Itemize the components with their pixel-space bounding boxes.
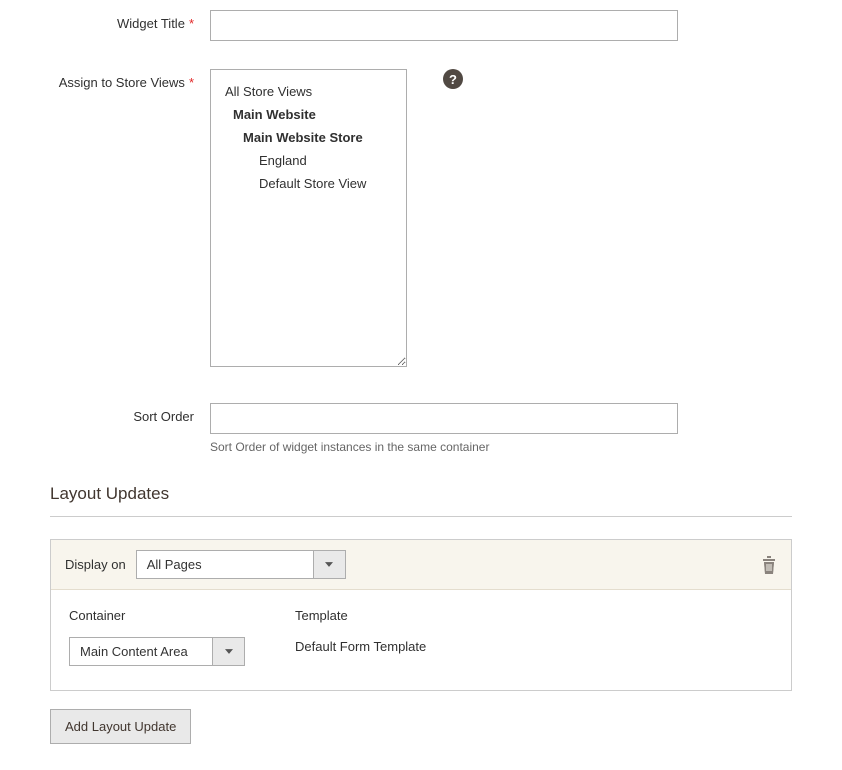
store-views-select[interactable]: All Store Views Main Website Main Websit… [210, 69, 407, 367]
store-option-view-default[interactable]: Default Store View [211, 172, 406, 195]
chevron-down-icon [313, 551, 345, 578]
required-mark: * [189, 75, 194, 90]
sort-order-help: Sort Order of widget instances in the sa… [210, 440, 792, 454]
trash-icon[interactable] [761, 556, 777, 574]
display-on-value: All Pages [137, 552, 313, 577]
widget-title-label: Widget Title* [50, 10, 210, 31]
help-icon[interactable]: ? [443, 69, 463, 89]
template-value: Default Form Template [295, 637, 426, 654]
sort-order-label: Sort Order [50, 403, 210, 424]
add-layout-update-button[interactable]: Add Layout Update [50, 709, 191, 744]
layout-header: Display on All Pages [51, 540, 791, 590]
store-option-store-group[interactable]: Main Website Store [211, 126, 406, 149]
template-label: Template [295, 608, 426, 623]
display-on-select[interactable]: All Pages [136, 550, 346, 579]
layout-update-block: Display on All Pages [50, 539, 792, 691]
required-mark: * [189, 16, 194, 31]
container-label: Container [69, 608, 245, 623]
display-on-label: Display on [65, 557, 126, 572]
chevron-down-icon [212, 638, 244, 665]
store-option-view-england[interactable]: England [211, 149, 406, 172]
container-value: Main Content Area [70, 639, 212, 664]
container-select[interactable]: Main Content Area [69, 637, 245, 666]
store-views-label: Assign to Store Views* [50, 69, 210, 90]
store-option-website[interactable]: Main Website [211, 103, 406, 126]
store-option-all[interactable]: All Store Views [211, 80, 406, 103]
widget-title-input[interactable] [210, 10, 678, 41]
layout-updates-title: Layout Updates [50, 484, 792, 517]
sort-order-input[interactable] [210, 403, 678, 434]
